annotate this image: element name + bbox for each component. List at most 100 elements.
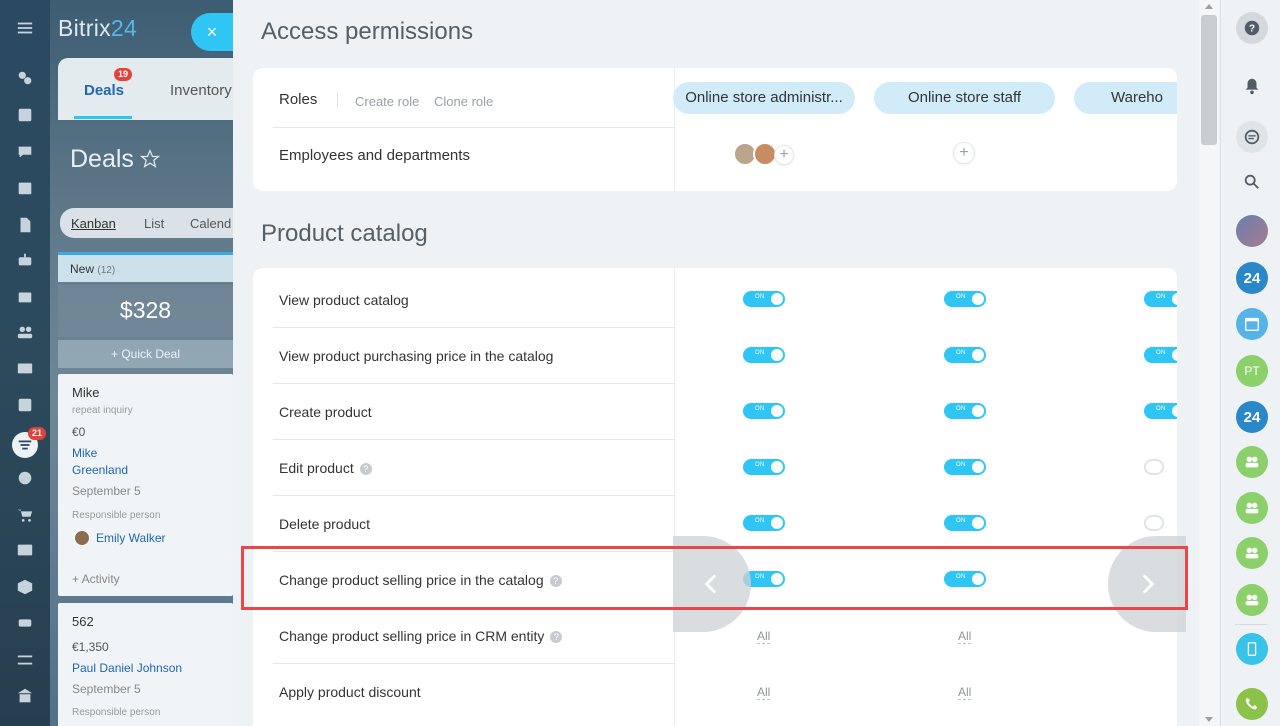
- cart-icon[interactable]: [15, 505, 35, 525]
- view-tab-kanban[interactable]: Kanban: [71, 216, 116, 231]
- menu-icon[interactable]: [15, 18, 35, 38]
- chevron-right-icon: [1142, 574, 1155, 594]
- favorite-star-icon[interactable]: [140, 149, 160, 169]
- target-icon[interactable]: [15, 468, 35, 488]
- role-warehouse[interactable]: Wareho: [1074, 82, 1177, 114]
- permission-select[interactable]: All: [958, 685, 972, 700]
- responsible-label: Responsible person: [72, 510, 161, 521]
- group-chat-icon[interactable]: [1236, 584, 1268, 616]
- permission-select[interactable]: All: [958, 629, 972, 644]
- automation-icon[interactable]: [15, 613, 35, 633]
- scrollbar[interactable]: [1199, 0, 1219, 726]
- chat-icon[interactable]: [15, 142, 35, 162]
- role-online-store-admin[interactable]: Online store administr...: [673, 82, 855, 114]
- add-activity-button[interactable]: + Activity: [72, 572, 120, 586]
- deal-contact[interactable]: Paul Daniel Johnson: [72, 661, 182, 675]
- toggle-switch[interactable]: ON: [944, 291, 986, 307]
- permission-label: Change product selling price in the cata…: [279, 572, 562, 588]
- deal-card[interactable]: Mike repeat inquiry €0 Mike Greenland Se…: [58, 374, 233, 596]
- permission-label: View product purchasing price in the cat…: [279, 348, 554, 364]
- responsible-name[interactable]: Emily Walker: [96, 531, 166, 545]
- permission-label: Apply product discount: [279, 684, 421, 700]
- bitrix24-chat-icon[interactable]: 24: [1236, 262, 1268, 294]
- role-online-store-staff[interactable]: Online store staff: [874, 82, 1055, 114]
- divider: [273, 663, 674, 664]
- group-chat-icon[interactable]: [1236, 492, 1268, 524]
- feed-icon[interactable]: [15, 105, 35, 125]
- employees-label: Employees and departments: [279, 147, 470, 164]
- permission-select[interactable]: All: [757, 685, 771, 700]
- create-role-link[interactable]: Create role: [355, 94, 419, 109]
- document-icon[interactable]: [15, 215, 35, 235]
- tasks-icon[interactable]: [15, 395, 35, 415]
- toggle-switch[interactable]: ON: [944, 571, 986, 587]
- company-icon[interactable]: [15, 686, 35, 706]
- group-chat-icon[interactable]: [1236, 537, 1268, 569]
- calendar-icon[interactable]: [15, 178, 35, 198]
- box-icon[interactable]: [15, 577, 35, 597]
- svg-text:?: ?: [1249, 24, 1255, 35]
- mail-icon[interactable]: [15, 358, 35, 378]
- right-sidebar: ? 24 PT 24: [1220, 0, 1280, 726]
- mobile-app-icon[interactable]: [1236, 633, 1268, 665]
- bell-icon[interactable]: [1236, 70, 1268, 102]
- toggle-switch[interactable]: ON: [743, 347, 785, 363]
- deal-contact-first[interactable]: Mike: [72, 446, 97, 460]
- puzzle-icon[interactable]: [15, 68, 35, 88]
- contact-card-icon[interactable]: [15, 540, 35, 560]
- calendar-icon[interactable]: [1236, 308, 1268, 340]
- toggle-switch[interactable]: ON: [944, 515, 986, 531]
- close-slider-button[interactable]: ×: [191, 13, 233, 51]
- divider: [273, 551, 674, 552]
- deal-contact-last[interactable]: Greenland: [72, 463, 128, 477]
- toggle-switch[interactable]: ON: [944, 403, 986, 419]
- divider: [273, 607, 674, 608]
- tab-deals[interactable]: Deals: [84, 82, 124, 99]
- help-icon[interactable]: ?: [359, 463, 372, 475]
- avatar[interactable]: PT: [1236, 355, 1268, 387]
- scrollbar-thumb[interactable]: [1201, 15, 1217, 145]
- group-chat-icon[interactable]: [1236, 446, 1268, 478]
- tab-inventory[interactable]: Inventory: [170, 82, 232, 99]
- avatar[interactable]: [1236, 215, 1268, 247]
- scroll-up-icon[interactable]: [1205, 4, 1213, 9]
- permission-select[interactable]: All: [757, 629, 771, 644]
- deal-name[interactable]: Mike: [72, 385, 99, 400]
- deal-card[interactable]: 562 €1,350 Paul Daniel Johnson September…: [58, 603, 233, 726]
- toggle-switch[interactable]: ON: [743, 403, 785, 419]
- deal-name[interactable]: 562: [72, 614, 94, 629]
- divider: [273, 383, 674, 384]
- toggle-switch[interactable]: ON: [1144, 347, 1177, 363]
- page-title: Access permissions: [261, 18, 474, 45]
- team-icon[interactable]: [15, 322, 35, 342]
- clone-role-link[interactable]: Clone role: [434, 94, 493, 109]
- toggle-switch-off[interactable]: [1144, 459, 1164, 475]
- help-icon[interactable]: ?: [1236, 12, 1268, 44]
- toggle-switch[interactable]: ON: [743, 291, 785, 307]
- add-employee-button[interactable]: +: [774, 145, 794, 165]
- robot-icon[interactable]: [15, 250, 35, 270]
- view-tab-calendar[interactable]: Calend: [190, 216, 231, 231]
- toggle-switch[interactable]: ON: [743, 515, 785, 531]
- messenger-icon[interactable]: [1236, 121, 1268, 153]
- crm-badge: 21: [28, 427, 47, 440]
- help-icon[interactable]: ?: [549, 575, 562, 587]
- search-icon[interactable]: [1236, 166, 1268, 198]
- toggle-switch[interactable]: ON: [944, 459, 986, 475]
- toggle-switch[interactable]: ON: [944, 347, 986, 363]
- page-title: Deals: [70, 145, 134, 173]
- brand-logo: Bitrix24: [58, 15, 138, 41]
- help-icon[interactable]: ?: [550, 631, 563, 643]
- toggle-switch[interactable]: ON: [1144, 403, 1177, 419]
- toggle-switch[interactable]: ON: [1144, 291, 1177, 307]
- toggle-switch[interactable]: ON: [743, 459, 785, 475]
- phone-icon[interactable]: [1236, 688, 1268, 720]
- add-employee-button[interactable]: +: [953, 142, 975, 164]
- bitrix24-chat-icon[interactable]: 24: [1236, 401, 1268, 433]
- view-tab-list[interactable]: List: [144, 216, 164, 231]
- quick-deal-button[interactable]: + Quick Deal: [58, 340, 233, 368]
- settings-sliders-icon[interactable]: [15, 650, 35, 670]
- toggle-switch-off[interactable]: [1144, 515, 1164, 531]
- store-icon[interactable]: [15, 287, 35, 307]
- scroll-down-icon[interactable]: [1205, 717, 1213, 722]
